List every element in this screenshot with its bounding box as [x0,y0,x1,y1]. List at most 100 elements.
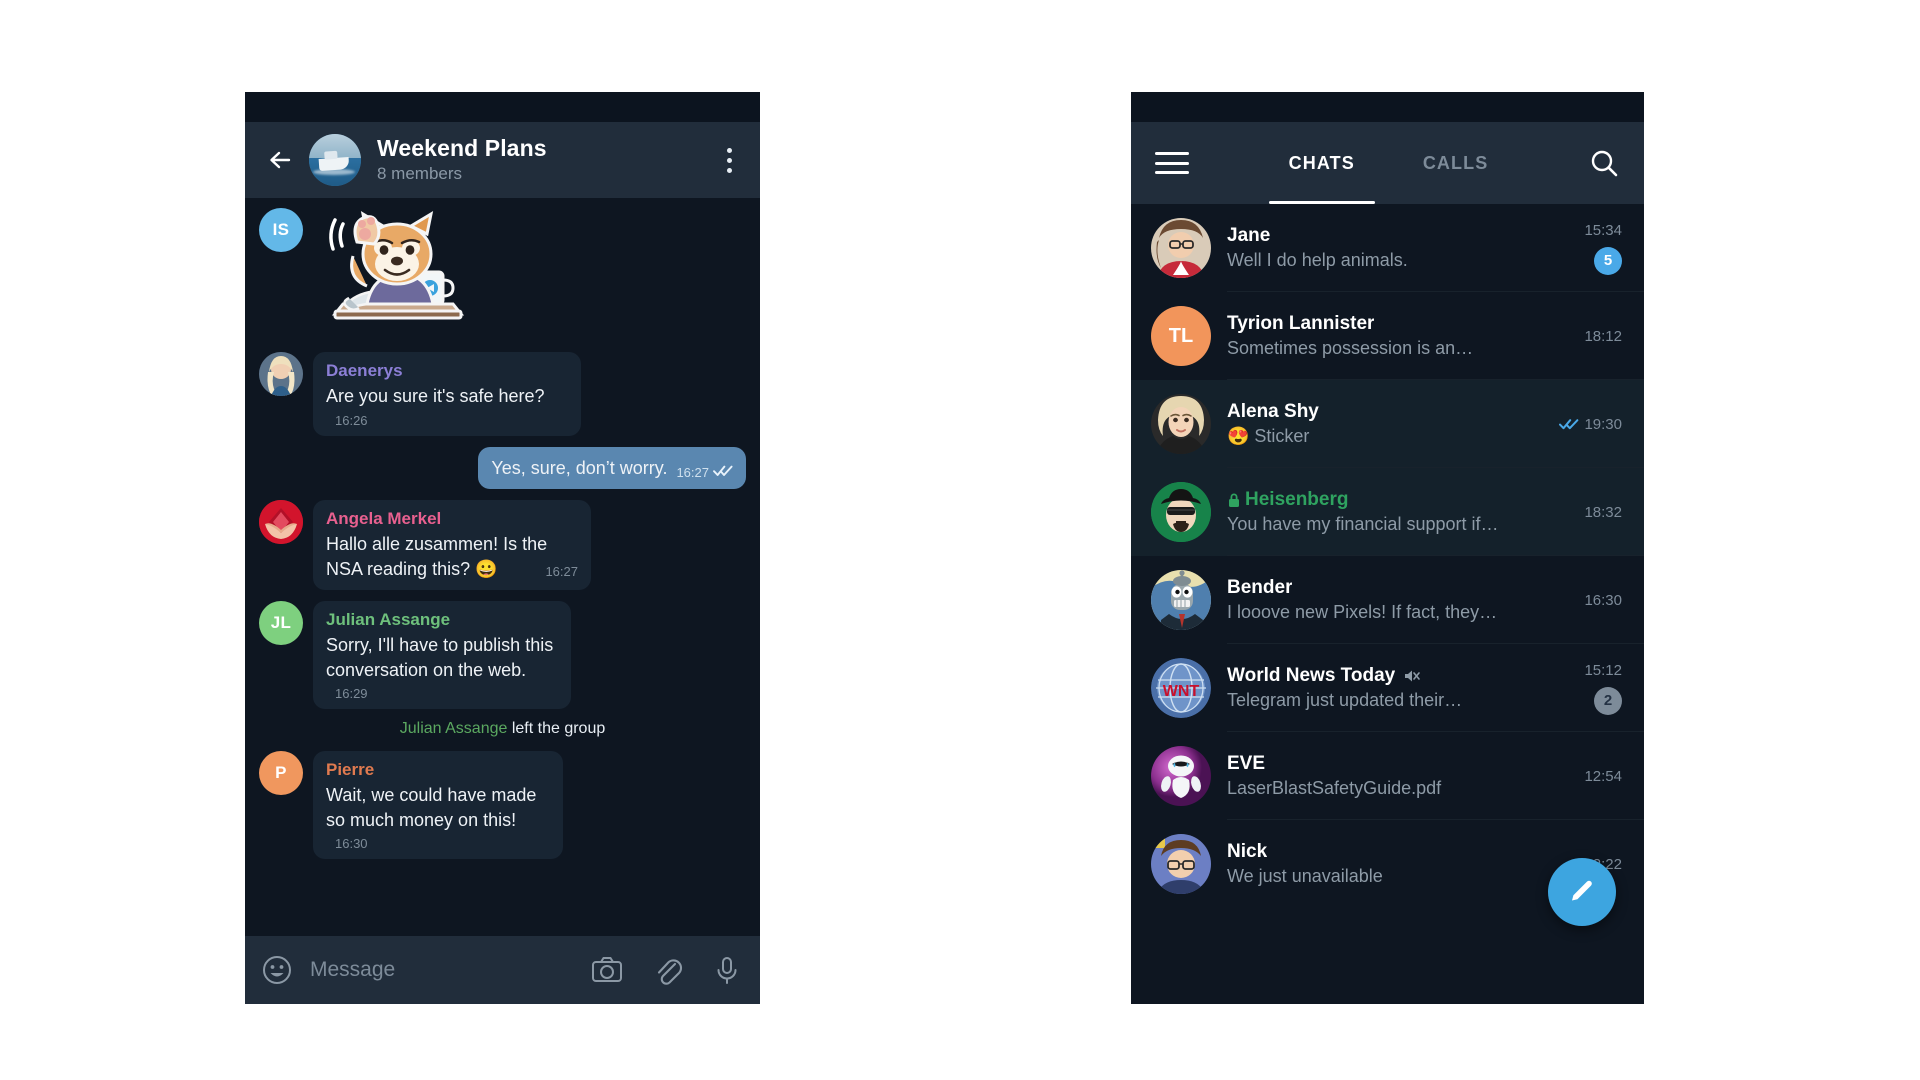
message-row-outgoing: Yes, sure, don’t worry. 16:27 [259,446,746,489]
message-bubble[interactable]: Pierre Wait, we could have made so much … [313,750,563,859]
chat-subtitle: 8 members [377,164,463,184]
chat-name: Heisenberg [1245,489,1349,510]
chat-preview: We just unavailable [1227,866,1383,886]
shiba-dog-waving-sticker [329,210,465,320]
list-item[interactable]: Jane Well I do help animals. 15:34 5 [1131,204,1644,292]
avatar[interactable]: IS [259,208,303,252]
avatar-art [1151,746,1211,806]
camera-icon[interactable] [590,953,624,987]
avatar-art [1151,394,1211,454]
chat-preview: Well I do help animals. [1227,250,1408,270]
status-bar [1131,92,1644,122]
list-item[interactable]: Bender I looove new Pixels! If fact, the… [1131,556,1644,644]
list-item-meta: 15:34 5 [1572,222,1622,275]
list-item-content: Tyrion Lannister Sometimes possession is… [1227,313,1560,359]
avatar[interactable]: P [259,750,303,795]
message-text: Yes, sure, don’t worry. [491,457,668,478]
smiley-face-icon[interactable] [261,954,293,986]
avatar[interactable]: JL [259,600,303,645]
hamburger-menu-icon[interactable] [1155,152,1189,174]
muted-speaker-icon [1403,668,1421,684]
avatar-initials: P [275,762,287,782]
chat-time: 19:30 [1584,415,1622,433]
tab-calls[interactable]: CALLS [1389,122,1523,204]
unread-badge: 5 [1594,246,1622,275]
angela-merkel-photo-avatar[interactable] [259,499,303,544]
list-item[interactable]: EVE LaserBlastSafetyGuide.pdf 12:54 [1131,732,1644,820]
list-item-meta: 12:54 [1572,768,1622,785]
double-check-icon [713,464,733,477]
avatar-initials: TL [1168,324,1194,347]
list-item[interactable]: WNT World News Today Telegram just updat… [1131,644,1644,732]
chat-screen-phone: Weekend Plans 8 members IS Daenerys Are … [245,92,760,1004]
message-text: Sorry, I'll have to publish this convers… [326,635,554,680]
message-time: 16:27 [545,563,578,579]
chat-name: Alena Shy [1227,401,1319,422]
alena-shy-photo-avatar[interactable] [1151,394,1211,454]
chat-name: Tyrion Lannister [1227,313,1375,334]
tab-chats[interactable]: CHATS [1255,122,1389,204]
message-bubble[interactable]: Daenerys Are you sure it's safe here? 16:… [313,352,581,436]
chat-time: 15:34 [1584,221,1622,239]
tab-bar: CHATS CALLS [1189,122,1588,204]
avatar-art [259,352,303,396]
avatar-art [1151,570,1211,630]
world-news-today-logo-avatar[interactable]: WNT [1151,658,1211,718]
list-item-content: Alena Shy 😍 Sticker [1227,401,1547,447]
message-bubble[interactable]: Julian Assange Sorry, I'll have to publi… [313,600,571,709]
avatar-art [1151,482,1211,542]
eve-robot-photo-avatar[interactable] [1151,746,1211,806]
list-item-content: Heisenberg You have my financial support… [1227,489,1560,535]
message-time: 16:30 [335,835,368,851]
page-title: Weekend Plans [377,134,547,161]
avatar-art [1151,218,1211,278]
heisenberg-photo-avatar[interactable] [1151,482,1211,542]
avatar-initials: JL [270,612,292,632]
message-text: Hallo alle zusammen! Is the NSA reading … [326,534,548,579]
chat-name: EVE [1227,753,1266,774]
list-item-meta: 16:30 [1572,592,1622,609]
chat-title-block[interactable]: Weekend Plans 8 members [377,135,716,186]
bender-photo-avatar[interactable] [1151,570,1211,630]
chat-time: 15:12 [1584,661,1622,679]
jane-photo-avatar[interactable] [1151,218,1211,278]
compose-fab-button[interactable] [1548,858,1616,926]
message-row: JL Julian Assange Sorry, I'll have to pu… [259,600,746,709]
message-bubble-outgoing[interactable]: Yes, sure, don’t worry. 16:27 [478,446,746,489]
microphone-icon[interactable] [710,953,744,987]
nick-photo-avatar[interactable] [1151,834,1211,894]
list-item-content: Bender I looove new Pixels! If fact, the… [1227,577,1560,623]
screenshot-canvas: Weekend Plans 8 members IS Daenerys Are … [0,0,1920,1080]
chat-preview: You have my financial support if… [1227,514,1499,534]
double-check-icon [1559,418,1579,430]
chat-list-phone: CHATS CALLS Jane Well I do help animals.… [1131,92,1644,1004]
service-text: left the group [507,719,606,737]
chat-time: 18:12 [1584,327,1622,345]
message-time: 16:26 [335,412,368,428]
sticker-message[interactable] [313,208,473,331]
avatar-initials: IS [272,220,290,239]
message-sender: Julian Assange [326,609,451,629]
avatar[interactable]: TL [1151,306,1211,366]
list-item[interactable]: Heisenberg You have my financial support… [1131,468,1644,556]
chat-time-block: 19:30 [1559,416,1622,433]
chat-preview: LaserBlastSafetyGuide.pdf [1227,778,1442,798]
message-bubble[interactable]: Angela Merkel Hallo alle zusammen! Is th… [313,499,591,590]
list-item-content: Jane Well I do help animals. [1227,225,1560,271]
paperclip-icon[interactable] [650,953,684,987]
kebab-menu-icon[interactable] [716,143,742,177]
back-arrow-icon[interactable] [263,143,297,177]
list-appbar: CHATS CALLS [1131,122,1644,204]
list-item[interactable]: TL Tyrion Lannister Sometimes possession… [1131,292,1644,380]
unread-badge: 2 [1594,686,1622,715]
message-time: 16:29 [335,685,368,701]
message-time: 16:27 [676,464,709,480]
group-photo-avatar[interactable] [309,134,361,186]
message-input[interactable]: Message [310,958,564,982]
search-icon[interactable] [1588,147,1620,179]
list-item-content: Nick We just unavailable [1227,841,1560,887]
daenerys-photo-avatar[interactable] [259,352,303,396]
service-message: Julian Assange left the group [259,720,746,738]
list-item-meta: 19:30 [1559,416,1622,433]
list-item[interactable]: Alena Shy 😍 Sticker 19:30 [1131,380,1644,468]
